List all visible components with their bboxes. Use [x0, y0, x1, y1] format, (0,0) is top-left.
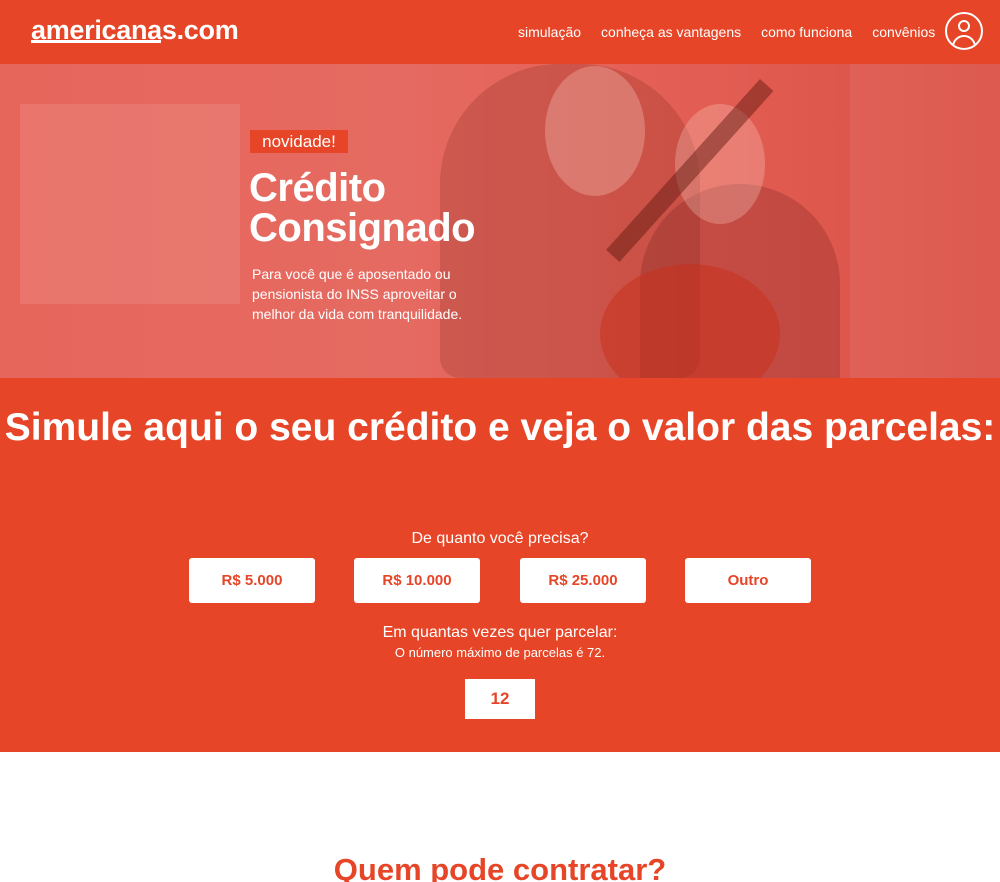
- hero-bg-window-right: [850, 64, 1000, 378]
- user-icon-body: [952, 35, 976, 48]
- amount-question: De quanto você precisa?: [411, 530, 589, 547]
- logo-underline: [31, 40, 161, 43]
- installments-question: Em quantas vezes quer parcelar:: [382, 624, 618, 641]
- hero-subtitle: Para você que é aposentado ou pensionist…: [252, 266, 463, 322]
- hero-banner: novidade! Crédito Consignado Para você q…: [0, 64, 1000, 378]
- hero-title-line2: Consignado: [249, 206, 476, 250]
- simulator-section: Simule aqui o seu crédito e veja o valor…: [0, 378, 1000, 752]
- installments-note: O número máximo de parcelas é 72.: [394, 645, 606, 660]
- amount-button-5000[interactable]: R$ 5.000: [189, 558, 315, 603]
- who-can-apply-title: Quem pode contratar?: [333, 852, 667, 882]
- hero-title-line1: Crédito: [249, 166, 386, 210]
- nav-convenios[interactable]: convênios: [872, 24, 935, 40]
- hero-title: Crédito Consignado: [249, 166, 476, 250]
- user-icon[interactable]: [945, 12, 983, 50]
- nav-vantagens[interactable]: conheça as vantagens: [601, 24, 741, 40]
- nav-como-funciona[interactable]: como funciona: [761, 24, 852, 40]
- installments-input[interactable]: [465, 679, 535, 719]
- amount-button-25000[interactable]: R$ 25.000: [520, 558, 646, 603]
- user-icon-head: [958, 20, 970, 32]
- main-nav: simulação conheça as vantagens como func…: [518, 24, 935, 40]
- hero-bg-window: [20, 104, 240, 304]
- novidade-badge: novidade!: [250, 130, 348, 153]
- hero-photo-man-face: [545, 66, 645, 196]
- simulator-title: Simule aqui o seu crédito e veja o valor…: [4, 406, 996, 449]
- amount-button-10000[interactable]: R$ 10.000: [354, 558, 480, 603]
- top-navigation-bar: americanas.com simulação conheça as vant…: [0, 0, 1000, 64]
- amount-button-outro[interactable]: Outro: [685, 558, 811, 603]
- nav-simulacao[interactable]: simulação: [518, 24, 581, 40]
